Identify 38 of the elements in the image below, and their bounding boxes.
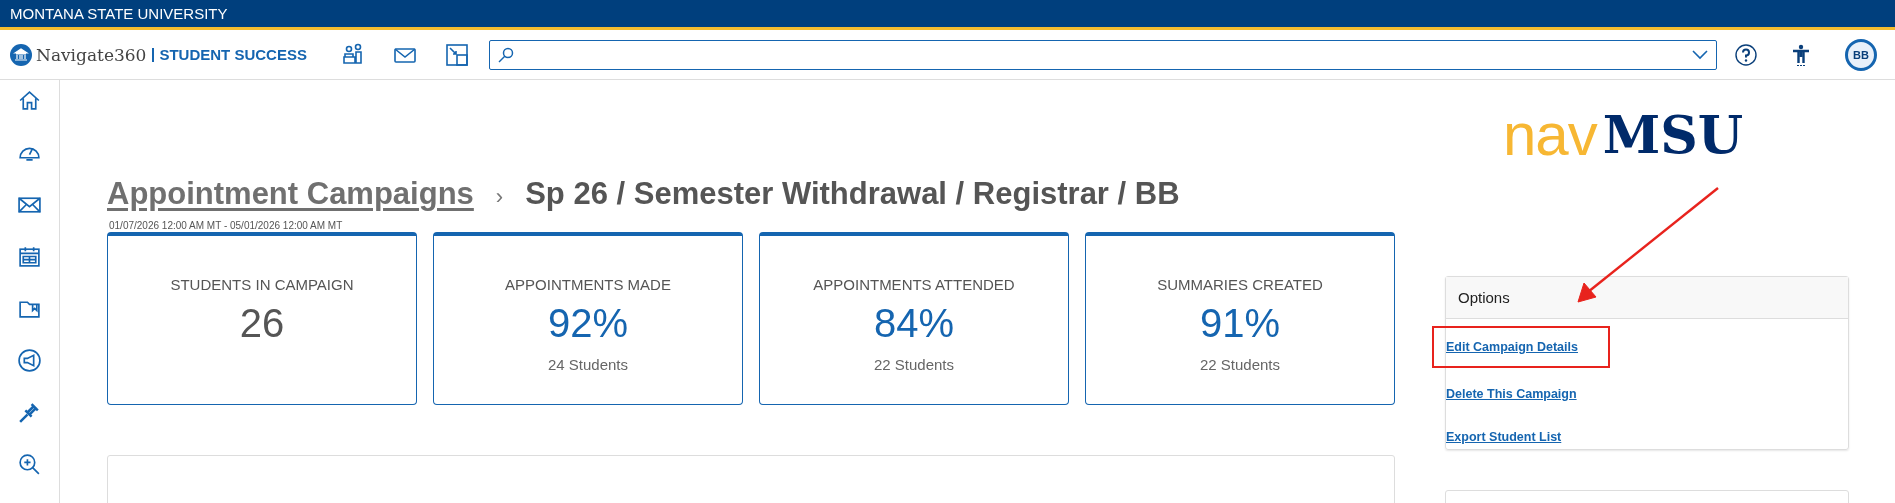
- brand-name: Navigate360: [36, 44, 147, 65]
- search-field[interactable]: [488, 39, 1717, 70]
- option-link[interactable]: Edit Campaign Details: [1446, 340, 1578, 354]
- logo-text: MSU: [1602, 103, 1744, 167]
- date-range: 01/07/2026 12:00 AM MT - 05/01/2026 12:00 AM MT: [109, 220, 344, 231]
- accessibility-icon[interactable]: [1791, 43, 1810, 66]
- option-link[interactable]: Delete This Campaign: [1446, 387, 1577, 401]
- product-name: STUDENT SUCCESS: [152, 47, 307, 62]
- page-title: Sp 26 / Semester Withdrawal / Registrar / BB: [525, 176, 1180, 212]
- stat-label: APPOINTMENTS ATTENDED: [813, 276, 1015, 293]
- stat-subtext: 22 Students: [1199, 356, 1281, 373]
- stat-label: APPOINTMENTS MADE: [505, 276, 671, 293]
- stat-label: STUDENTS IN CAMPAIGN: [170, 276, 354, 293]
- stat-subtext: 24 Students: [547, 356, 629, 373]
- breadcrumb-separator: ›: [495, 184, 504, 210]
- chevron-down-icon[interactable]: [1691, 49, 1708, 60]
- megaphone-icon[interactable]: [17, 348, 42, 373]
- zoom-in-icon[interactable]: [17, 452, 42, 477]
- help-icon[interactable]: [1734, 43, 1757, 66]
- breadcrumb-link[interactable]: Appointment Campaigns: [107, 176, 474, 212]
- panel-title: Options: [1458, 289, 1510, 306]
- option-link[interactable]: Export Student List: [1446, 430, 1562, 444]
- people-at-desk-icon[interactable]: [340, 42, 365, 67]
- avatar[interactable]: BB: [1844, 38, 1877, 71]
- stat-value: 92%: [547, 301, 629, 346]
- stat-value: 26: [239, 301, 285, 346]
- logo-icon: [10, 43, 32, 66]
- stat-value: 84%: [873, 301, 955, 346]
- stat-subtext: 22 Students: [873, 356, 955, 373]
- search-icon: [497, 46, 514, 63]
- pushpin-icon[interactable]: [17, 400, 42, 425]
- home-icon[interactable]: [17, 88, 42, 113]
- logo-text: nav: [1503, 100, 1597, 170]
- calendar-icon[interactable]: [17, 244, 42, 269]
- stat-label: SUMMARIES CREATED: [1157, 276, 1323, 293]
- stat-value: 91%: [1199, 301, 1281, 346]
- university-name: MONTANA STATE UNIVERSITY: [10, 5, 228, 22]
- resize-icon[interactable]: [444, 42, 469, 67]
